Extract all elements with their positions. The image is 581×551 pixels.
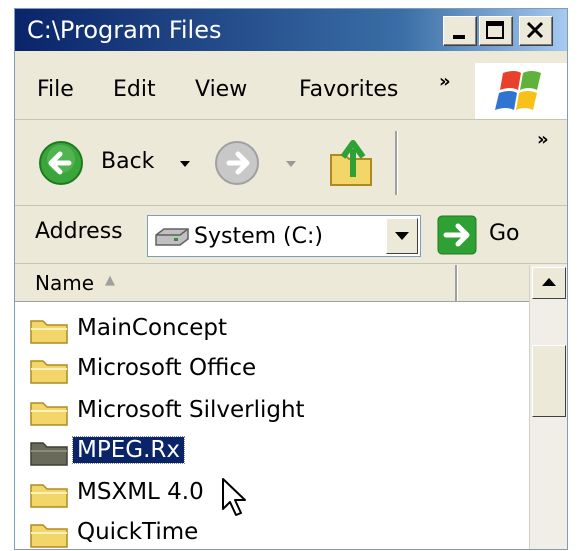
window-title: C:\Program Files [27, 16, 222, 44]
column-header: Name ▲ [15, 265, 529, 302]
go-button[interactable]: Go [437, 213, 533, 257]
file-list: Name ▲ MainConcept Microsoft Office Micr… [15, 265, 567, 549]
scroll-up-button[interactable] [532, 267, 566, 299]
back-label: Back [101, 149, 155, 174]
menu-edit[interactable]: Edit [113, 77, 156, 102]
name-column-header[interactable]: Name [35, 271, 94, 295]
menu-overflow-chevron[interactable]: » [439, 71, 451, 92]
toolbar-overflow-chevron[interactable]: » [537, 129, 549, 150]
address-bar: Address System (C:) Go [15, 207, 567, 264]
up-folder-icon [330, 140, 372, 186]
vertical-scrollbar[interactable] [529, 265, 567, 549]
minimize-button[interactable] [443, 16, 477, 46]
close-icon [526, 21, 544, 39]
title-bar[interactable]: C:\Program Files [15, 9, 567, 51]
folder-icon [30, 524, 68, 548]
minimize-icon [453, 35, 465, 39]
sort-ascending-icon: ▲ [105, 273, 115, 288]
close-button[interactable] [519, 16, 553, 46]
explorer-window: C:\Program Files File Edit View Favorite… [14, 8, 568, 550]
folder-icon [30, 402, 68, 426]
folder-name: MSXML 4.0 [77, 479, 204, 505]
folder-name: MPEG.Rx [72, 436, 185, 464]
folder-icon [30, 442, 68, 466]
windows-logo [475, 63, 567, 119]
up-folder-button[interactable] [325, 133, 381, 193]
folder-name: Microsoft Office [77, 355, 257, 381]
forward-button[interactable] [213, 139, 309, 187]
back-dropdown-icon[interactable] [177, 155, 193, 171]
folder-icon [30, 484, 68, 508]
go-arrow-icon [437, 215, 477, 255]
forward-dropdown-icon[interactable] [283, 155, 299, 171]
windows-logo-icon [495, 71, 541, 110]
address-combobox[interactable]: System (C:) [147, 215, 421, 257]
menu-favorites[interactable]: Favorites [299, 77, 398, 102]
back-arrow-icon [39, 141, 83, 185]
folder-name: QuickTime [77, 519, 199, 545]
scrollbar-thumb[interactable] [532, 345, 566, 417]
standard-toolbar: Back » [15, 121, 567, 206]
chevron-down-icon [395, 232, 409, 240]
maximize-button[interactable] [479, 16, 513, 46]
mouse-cursor-icon [222, 478, 246, 516]
menu-file[interactable]: File [37, 77, 74, 102]
folder-name: MainConcept [77, 315, 228, 341]
address-dropdown-button[interactable] [386, 218, 418, 254]
address-value: System (C:) [194, 224, 323, 249]
back-button[interactable]: Back [37, 139, 213, 187]
folder-name: Microsoft Silverlight [77, 397, 305, 423]
menu-view[interactable]: View [195, 77, 247, 102]
go-label: Go [489, 221, 520, 246]
scroll-up-icon [542, 278, 556, 286]
folder-icon [30, 320, 68, 344]
address-label: Address [35, 219, 123, 244]
folder-icon [30, 360, 68, 384]
drive-icon [155, 228, 189, 246]
column-divider[interactable] [455, 265, 458, 301]
forward-arrow-icon [215, 141, 259, 185]
toolbar-separator [395, 131, 398, 195]
maximize-icon [486, 21, 504, 39]
menu-bar: File Edit View Favorites » [15, 63, 567, 120]
